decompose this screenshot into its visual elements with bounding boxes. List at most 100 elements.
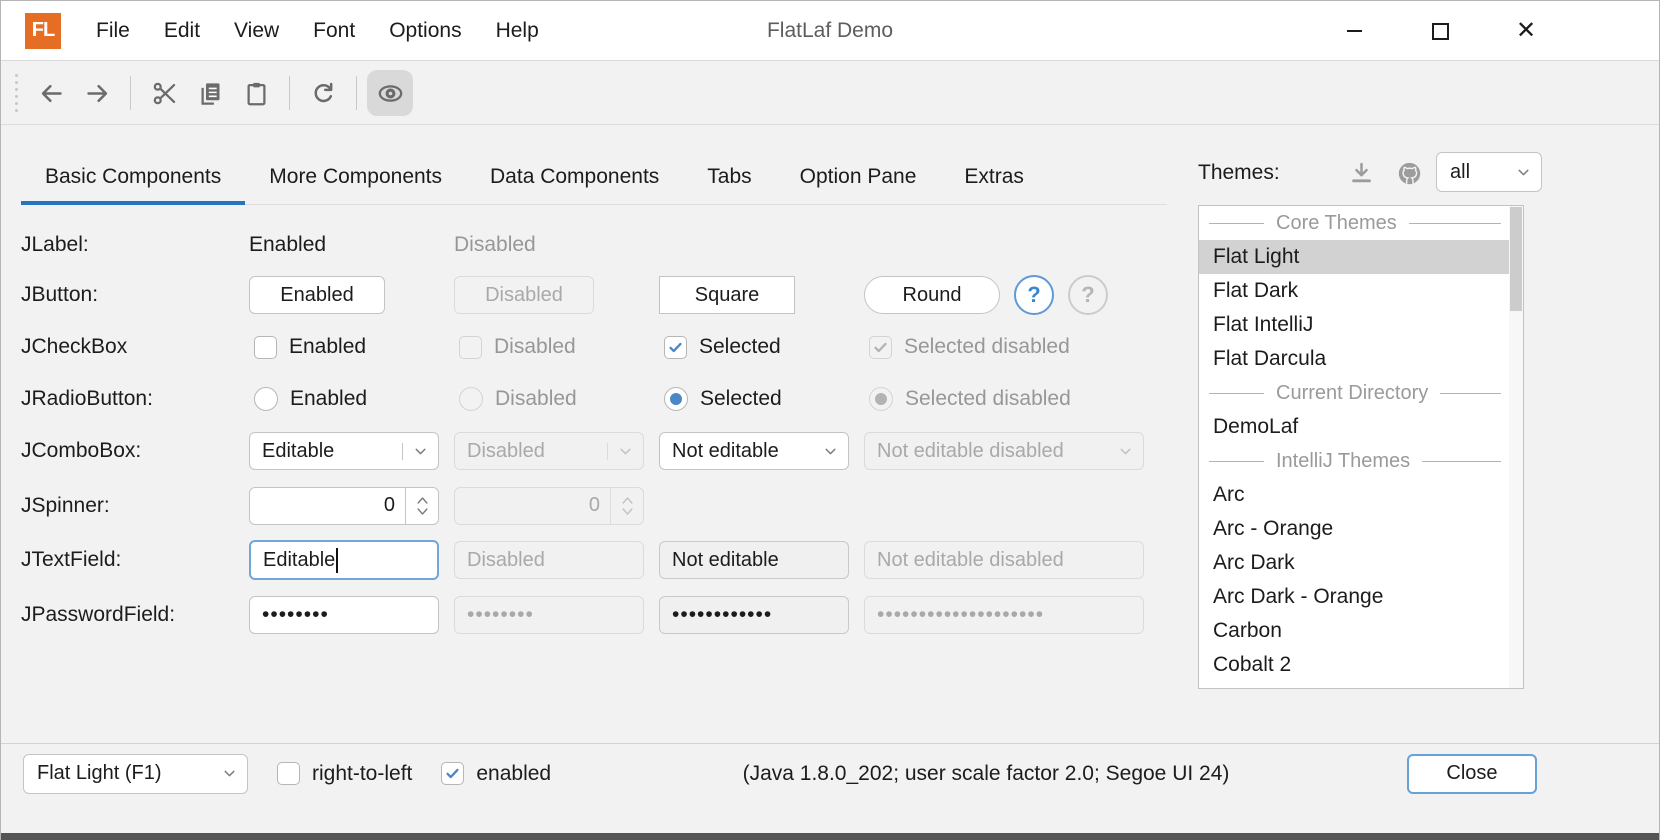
checkbox-selected[interactable]: Selected [659, 335, 864, 359]
textfield-editable[interactable]: Editable [249, 540, 439, 580]
jspinner-row: JSpinner: 0 0 [21, 478, 1171, 533]
textfield-value: Editable [251, 548, 437, 573]
themes-scrollbar-thumb[interactable] [1510, 207, 1522, 311]
radio-label: Selected [700, 387, 782, 411]
spinner-buttons [610, 488, 643, 524]
menu-edit[interactable]: Edit [147, 1, 217, 61]
copy-button[interactable] [187, 70, 233, 116]
combobox-value: Not editable disabled [865, 440, 1107, 463]
theme-item-flat-intellij[interactable]: Flat IntelliJ [1199, 308, 1509, 342]
themes-list-items: Core Themes Flat Light Flat Dark Flat In… [1199, 206, 1509, 689]
radio-selected-icon [869, 387, 893, 411]
chevron-down-icon[interactable] [812, 443, 848, 460]
row-label: JRadioButton: [21, 387, 249, 411]
tab-more-components[interactable]: More Components [245, 149, 466, 204]
round-button[interactable]: Round [864, 276, 1000, 314]
theme-item-arc[interactable]: Arc [1199, 478, 1509, 512]
menu-help[interactable]: Help [479, 1, 556, 61]
maximize-button[interactable] [1397, 1, 1483, 61]
theme-item-carbon[interactable]: Carbon [1199, 614, 1509, 648]
chevron-down-icon [1505, 164, 1541, 181]
theme-item-arc-dark[interactable]: Arc Dark [1199, 546, 1509, 580]
combobox-editable[interactable]: Editable [249, 432, 439, 470]
radio-icon [254, 387, 278, 411]
forward-button[interactable] [74, 70, 120, 116]
checkbox-disabled: Disabled [454, 335, 659, 359]
menu-view[interactable]: View [217, 1, 296, 61]
theme-item-demolaf[interactable]: DemoLaf [1199, 410, 1509, 444]
toolbar-separator [130, 76, 131, 110]
radio-enabled[interactable]: Enabled [249, 387, 454, 411]
passwordfield-enabled[interactable]: •••••••• [249, 596, 439, 634]
minimize-button[interactable] [1311, 1, 1397, 61]
row-label: JPasswordField: [21, 603, 249, 627]
menu-options[interactable]: Options [372, 1, 478, 61]
combobox-value: Editable [250, 440, 402, 463]
checkbox-enabled[interactable]: Enabled [249, 335, 454, 359]
refresh-button[interactable] [300, 70, 346, 116]
theme-item-arc-dark-orange[interactable]: Arc Dark - Orange [1199, 580, 1509, 614]
spinner-value[interactable]: 0 [250, 494, 405, 517]
tab-option-pane[interactable]: Option Pane [776, 149, 941, 204]
square-button[interactable]: Square [659, 276, 795, 314]
help-button[interactable]: ? [1014, 275, 1054, 315]
toolbar [1, 62, 1659, 125]
theme-item-flat-dark[interactable]: Flat Dark [1199, 274, 1509, 308]
refresh-icon [310, 80, 337, 107]
jpasswordfield-row: JPasswordField: •••••••• •••••••• ••••••… [21, 587, 1171, 643]
tab-basic-components[interactable]: Basic Components [21, 149, 245, 204]
textfield-not-editable[interactable]: Not editable [659, 541, 849, 579]
themes-scrollbar[interactable] [1509, 206, 1523, 688]
checkbox-checked-icon [664, 336, 687, 359]
password-dots: •••••••••••••••••••• [865, 603, 1143, 627]
toolbar-grip-handle[interactable] [15, 74, 18, 112]
tab-data-components[interactable]: Data Components [466, 149, 683, 204]
close-window-button[interactable]: ✕ [1483, 1, 1569, 61]
passwordfield-not-editable[interactable]: •••••••••••• [659, 596, 849, 634]
toolbar-separator [356, 76, 357, 110]
menu-font[interactable]: Font [296, 1, 372, 61]
lookandfeel-combobox[interactable]: Flat Light (F1) [23, 754, 248, 794]
github-button[interactable] [1390, 153, 1430, 193]
jlabel-row: JLabel: Enabled Disabled [21, 220, 1171, 269]
enabled-checkbox[interactable]: enabled [436, 762, 551, 786]
checkbox-label: Selected disabled [904, 335, 1070, 359]
combobox-not-editable[interactable]: Not editable [659, 432, 849, 470]
themes-label: Themes: [1198, 161, 1280, 185]
paste-button[interactable] [233, 70, 279, 116]
radio-selected[interactable]: Selected [659, 387, 864, 411]
checkbox-label: enabled [476, 762, 551, 786]
tab-extras[interactable]: Extras [940, 149, 1048, 204]
theme-item-flat-light[interactable]: Flat Light [1199, 240, 1509, 274]
close-button[interactable]: Close [1407, 754, 1537, 794]
checkbox-label: Disabled [494, 335, 576, 359]
minimize-icon [1347, 30, 1362, 32]
theme-item-cyan-light[interactable]: Cyan light [1199, 682, 1509, 689]
spinner-enabled[interactable]: 0 [249, 487, 439, 525]
tab-tabs[interactable]: Tabs [683, 149, 775, 204]
right-to-left-checkbox[interactable]: right-to-left [272, 762, 412, 786]
theme-item-cobalt-2[interactable]: Cobalt 2 [1199, 648, 1509, 682]
combobox-value: Disabled [455, 440, 607, 463]
checkbox-label: Selected [699, 335, 781, 359]
radio-disabled: Disabled [454, 387, 659, 411]
password-dots: •••••••• [455, 603, 643, 627]
spinner-buttons[interactable] [405, 488, 438, 524]
theme-item-flat-darcula[interactable]: Flat Darcula [1199, 342, 1509, 376]
jcheckbox-row: JCheckBox Enabled Disabled Selected Sele… [21, 321, 1171, 373]
cut-button[interactable] [141, 70, 187, 116]
theme-filter-combobox[interactable]: all [1436, 152, 1542, 192]
back-button[interactable] [28, 70, 74, 116]
chevron-down-icon [607, 443, 643, 460]
chevron-down-icon[interactable] [402, 443, 438, 460]
show-toggle-button[interactable] [367, 70, 413, 116]
enabled-button[interactable]: Enabled [249, 276, 385, 314]
row-label: JCheckBox [21, 335, 249, 359]
checkbox-icon [459, 336, 482, 359]
theme-item-arc-orange[interactable]: Arc - Orange [1199, 512, 1509, 546]
jlabel-enabled: Enabled [249, 233, 454, 257]
jtextfield-row: JTextField: Editable Disabled Not editab… [21, 533, 1171, 587]
download-themes-button[interactable] [1342, 153, 1382, 193]
jbutton-row: JButton: Enabled Disabled Square Round ?… [21, 269, 1171, 321]
menu-file[interactable]: File [79, 1, 147, 61]
